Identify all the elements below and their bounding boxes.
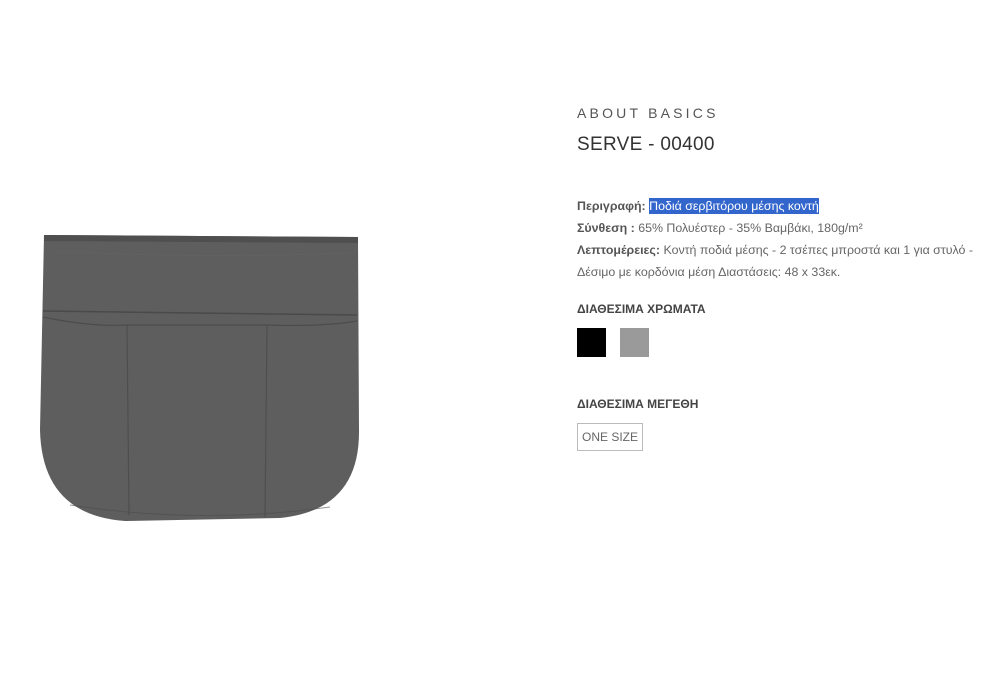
composition-label: Σύνθεση : — [577, 221, 635, 235]
color-swatches — [577, 328, 977, 357]
product-details: Περιγραφή: Ποδιά σερβιτόρου μέσης κοντή … — [577, 195, 977, 283]
size-option-one-size[interactable]: ONE SIZE — [577, 423, 644, 451]
brand-name: ABOUT BASICS — [577, 105, 719, 121]
details-row: Λεπτομέρειες: Κοντή ποδιά μέσης - 2 τσέπ… — [577, 239, 977, 283]
color-swatch-black[interactable] — [577, 328, 606, 357]
details-label: Λεπτομέρειες: — [577, 243, 660, 257]
apron-illustration — [40, 235, 360, 521]
product-image — [40, 235, 360, 521]
product-info: ABOUT BASICS SERVE - 00400 Περιγραφή: Πο… — [577, 104, 977, 451]
sizes-heading: ΔΙΑΘΕΣΙΜΑ ΜΕΓΕΘΗ — [577, 397, 699, 411]
colors-heading: ΔΙΑΘΕΣΙΜΑ ΧΡΩΜΑΤΑ — [577, 302, 706, 316]
composition-value: 65% Πολυέστερ - 35% Βαμβάκι, 180g/m² — [638, 221, 863, 235]
composition-row: Σύνθεση : 65% Πολυέστερ - 35% Βαμβάκι, 1… — [577, 217, 977, 239]
description-label: Περιγραφή: — [577, 199, 646, 213]
description-value: Ποδιά σερβιτόρου μέσης κοντή — [649, 198, 819, 214]
description-row: Περιγραφή: Ποδιά σερβιτόρου μέσης κοντή — [577, 195, 977, 217]
product-title: SERVE - 00400 — [577, 134, 715, 155]
color-swatch-grey[interactable] — [620, 328, 649, 357]
